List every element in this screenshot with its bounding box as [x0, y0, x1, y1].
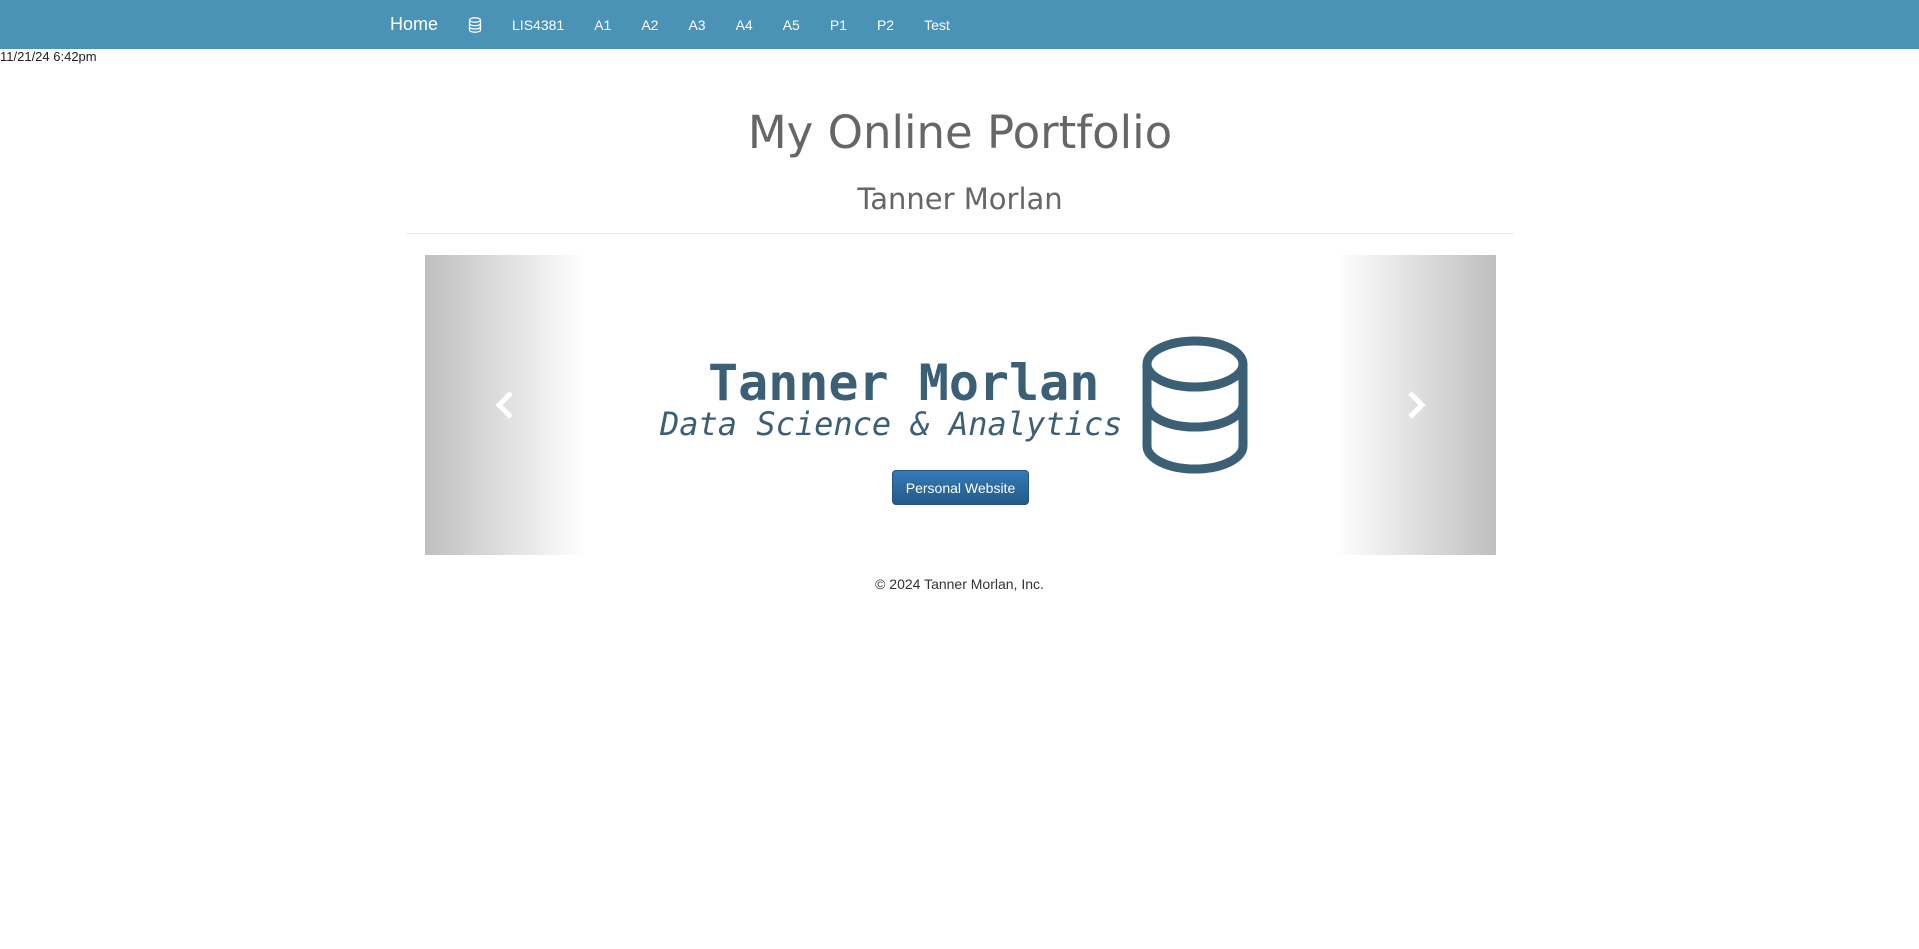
header-divider — [406, 233, 1514, 234]
top-navbar: Home LIS4381 A1 A2 A3 A4 A5 P1 P2 Test — [0, 0, 1919, 49]
chevron-left-icon — [495, 391, 513, 419]
database-icon — [1142, 336, 1248, 474]
carousel-prev-button[interactable] — [425, 255, 585, 555]
nav-link-test[interactable]: Test — [909, 17, 965, 33]
page-header: My Online Portfolio Tanner Morlan — [406, 100, 1514, 232]
nav-link-a4[interactable]: A4 — [721, 17, 768, 33]
chevron-right-icon — [1408, 391, 1426, 419]
personal-website-button[interactable]: Personal Website — [892, 470, 1029, 505]
nav-link-a1[interactable]: A1 — [579, 17, 626, 33]
footer-copyright: © 2024 Tanner Morlan, Inc. — [875, 576, 1044, 592]
navbar-menu: Home LIS4381 A1 A2 A3 A4 A5 P1 P2 Test — [380, 0, 965, 49]
database-nav-link[interactable] — [453, 16, 497, 33]
nav-link-a3[interactable]: A3 — [673, 17, 720, 33]
nav-link-a2[interactable]: A2 — [626, 17, 673, 33]
slide-tagline: Data Science & Analytics — [660, 405, 1123, 443]
home-link[interactable]: Home — [380, 14, 453, 35]
nav-link-a5[interactable]: A5 — [768, 17, 815, 33]
carousel-next-button[interactable] — [1336, 255, 1496, 555]
database-icon — [468, 16, 482, 33]
page-subtitle: Tanner Morlan — [857, 182, 1063, 216]
page-title: My Online Portfolio — [747, 106, 1173, 159]
timestamp: 11/21/24 6:42pm — [0, 49, 97, 64]
nav-link-p1[interactable]: P1 — [815, 17, 862, 33]
nav-link-lis4381[interactable]: LIS4381 — [497, 17, 579, 33]
nav-link-p2[interactable]: P2 — [862, 17, 909, 33]
